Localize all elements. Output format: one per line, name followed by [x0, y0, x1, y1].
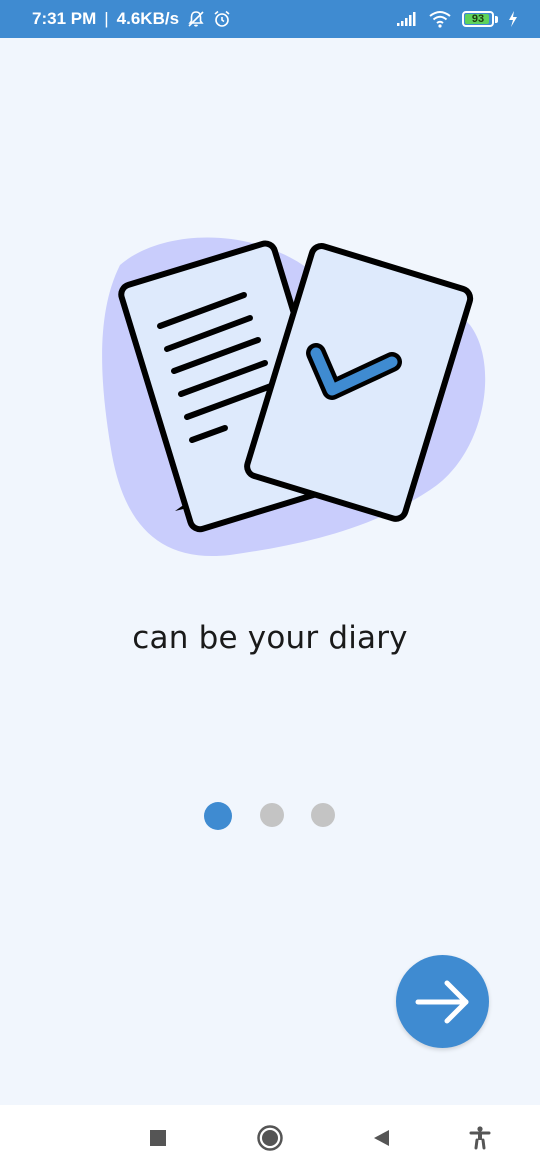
- page-dot[interactable]: [260, 803, 284, 827]
- page-indicator: [0, 801, 540, 831]
- home-icon: [256, 1124, 284, 1152]
- arrow-right-icon: [415, 980, 471, 1024]
- home-button[interactable]: [255, 1123, 285, 1153]
- documents-checklist-illustration: [100, 225, 490, 565]
- accessibility-button[interactable]: [465, 1123, 495, 1153]
- page-dot[interactable]: [311, 803, 335, 827]
- status-net-speed: 4.6KB/s: [116, 9, 180, 28]
- status-time: 7:31 PM: [32, 9, 97, 28]
- recents-icon: [149, 1129, 167, 1147]
- page-dot-active[interactable]: [204, 802, 232, 830]
- back-icon: [371, 1128, 391, 1148]
- onboarding-caption: can be your diary: [132, 620, 408, 656]
- signal-icon: [396, 11, 418, 27]
- battery-body: 93: [462, 11, 494, 27]
- status-separator: |: [104, 9, 109, 28]
- battery-cap: [495, 15, 498, 23]
- notifications-off-icon: [187, 10, 205, 28]
- next-button[interactable]: [396, 955, 489, 1048]
- status-left: 7:31 PM | 4.6KB/s: [32, 9, 231, 29]
- battery-indicator: 93: [462, 11, 498, 27]
- recents-button[interactable]: [143, 1123, 173, 1153]
- wifi-icon: [428, 10, 452, 28]
- battery-level: 93: [471, 13, 485, 25]
- system-nav-bar: [0, 1105, 540, 1170]
- status-right: 93: [396, 10, 518, 28]
- accessibility-icon: [469, 1126, 491, 1150]
- alarm-icon: [213, 10, 231, 28]
- status-bar: 7:31 PM | 4.6KB/s 93: [0, 0, 540, 38]
- back-button[interactable]: [366, 1123, 396, 1153]
- bolt-icon: [508, 11, 518, 27]
